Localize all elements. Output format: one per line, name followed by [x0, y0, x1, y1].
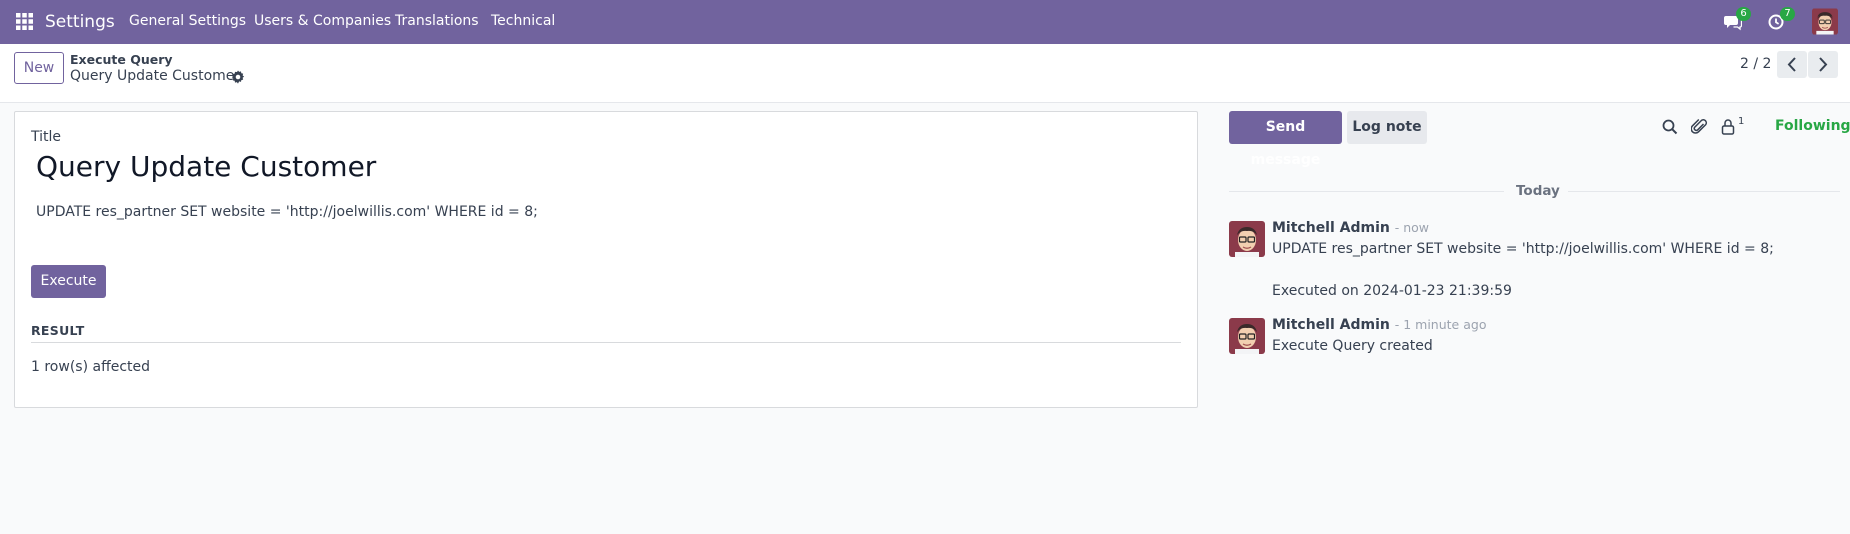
- followers-icon[interactable]: [1719, 118, 1737, 136]
- message-body: UPDATE res_partner SET website = 'http:/…: [1272, 241, 1774, 257]
- followers-count: 1: [1738, 116, 1745, 127]
- top-navbar: Settings General Settings Users & Compan…: [0, 0, 1850, 44]
- chevron-right-icon: [1819, 57, 1828, 72]
- message-author[interactable]: Mitchell Admin - 1 minute ago: [1272, 317, 1486, 333]
- menu-general-settings[interactable]: General Settings: [129, 0, 246, 42]
- new-button[interactable]: New: [14, 52, 64, 84]
- gear-icon[interactable]: [231, 70, 245, 84]
- message-author-name[interactable]: Mitchell Admin: [1272, 220, 1390, 236]
- pager-next-button[interactable]: [1808, 51, 1838, 78]
- apps-grid-icon[interactable]: [16, 13, 33, 30]
- activities-badge: 7: [1780, 7, 1795, 21]
- result-value: 1 row(s) affected: [31, 359, 151, 375]
- send-message-button[interactable]: Send message: [1229, 111, 1342, 168]
- message-author-avatar[interactable]: [1229, 221, 1265, 257]
- message-body: Execute Query created: [1272, 338, 1433, 354]
- message-body: Executed on 2024-01-23 21:39:59: [1272, 283, 1512, 299]
- query-field[interactable]: UPDATE res_partner SET website = 'http:/…: [36, 204, 538, 220]
- message-author-avatar[interactable]: [1229, 318, 1265, 354]
- menu-translations[interactable]: Translations: [395, 0, 479, 42]
- result-section-header: RESULT: [31, 323, 85, 338]
- paperclip-icon[interactable]: [1691, 118, 1709, 136]
- message-timestamp: - 1 minute ago: [1394, 317, 1487, 332]
- menu-technical[interactable]: Technical: [491, 0, 555, 42]
- messages-badge: 6: [1736, 7, 1751, 21]
- avatar-face-icon: [1229, 318, 1265, 354]
- message-author[interactable]: Mitchell Admin - now: [1272, 220, 1429, 236]
- breadcrumb-current: Query Update Customer: [70, 68, 241, 84]
- title-label: Title: [31, 129, 62, 145]
- following-button[interactable]: Following: [1775, 118, 1850, 134]
- breadcrumb-parent[interactable]: Execute Query: [70, 52, 173, 67]
- date-separator-line-left: [1229, 191, 1504, 192]
- activities-menu[interactable]: 7: [1768, 7, 1795, 32]
- user-avatar[interactable]: [1812, 8, 1838, 35]
- date-separator-label: Today: [1516, 183, 1560, 199]
- app-name[interactable]: Settings: [45, 0, 115, 44]
- messages-menu[interactable]: 6: [1724, 7, 1751, 32]
- menu-users-companies[interactable]: Users & Companies: [254, 0, 391, 42]
- execute-button[interactable]: Execute: [31, 265, 106, 298]
- chevron-left-icon: [1787, 57, 1796, 72]
- avatar-face-icon: [1812, 8, 1838, 35]
- pager-previous-button[interactable]: [1777, 51, 1807, 78]
- date-separator-line-right: [1568, 191, 1840, 192]
- message-timestamp: - now: [1394, 220, 1430, 235]
- message-author-name[interactable]: Mitchell Admin: [1272, 317, 1390, 333]
- result-divider: [31, 342, 1181, 343]
- form-sheet: Title Query Update Customer UPDATE res_p…: [14, 111, 1198, 408]
- log-note-button[interactable]: Log note: [1347, 111, 1427, 144]
- search-icon[interactable]: [1661, 118, 1679, 136]
- control-panel: New Execute Query Query Update Customer …: [0, 44, 1850, 103]
- pager-value[interactable]: 2 / 2: [1740, 56, 1771, 72]
- title-field[interactable]: Query Update Customer: [36, 150, 376, 183]
- avatar-face-icon: [1229, 221, 1265, 257]
